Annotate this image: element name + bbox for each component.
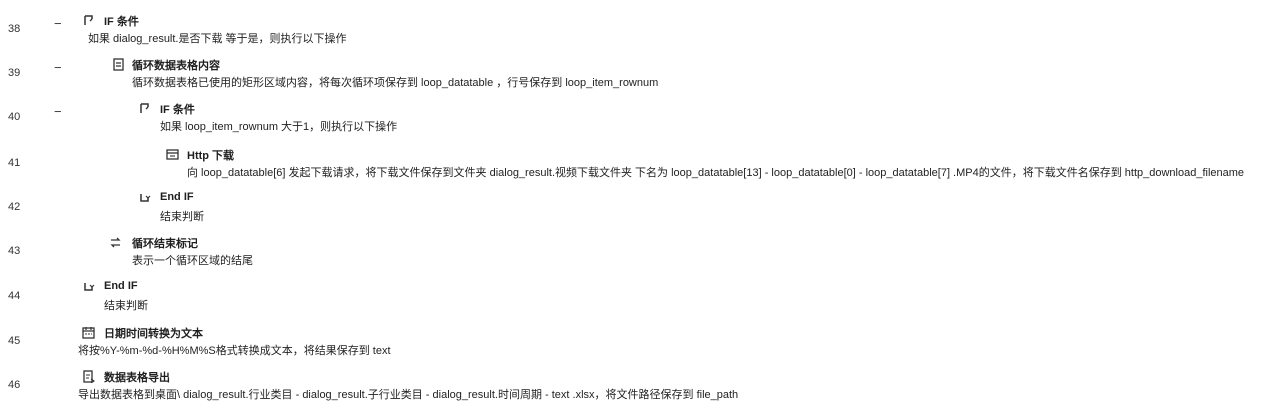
step-title: Http 下载 [187, 150, 235, 162]
datetime-to-text-icon [80, 324, 96, 340]
collapse-toggle[interactable]: − [54, 105, 66, 118]
step-row[interactable]: 42 End IF 结束判断 [0, 190, 1280, 234]
step-description: 循环数据表格已使用的矩形区域内容，将每次循环项保存到 loop_datatabl… [132, 77, 659, 89]
step-title: IF 条件 [104, 16, 139, 28]
step-row[interactable]: 38 − IF 条件 如果 dialog_result.是否下载 等于是，则执行… [0, 12, 1280, 56]
step-description: 导出数据表格到桌面\ dialog_result.行业类目 - dialog_r… [78, 389, 739, 401]
line-number: 44 [8, 290, 21, 302]
loop-table-icon [110, 56, 126, 72]
step-description: 向 loop_datatable[6] 发起下载请求，将下载文件保存到文件夹 d… [187, 167, 1245, 179]
line-number: 43 [8, 245, 21, 257]
collapse-toggle[interactable]: − [54, 61, 66, 74]
step-description: 将按%Y-%m-%d-%H%M%S格式转换成文本，将结果保存到 text [78, 345, 391, 357]
collapse-toggle[interactable]: − [54, 17, 66, 30]
step-row[interactable]: 40 − IF 条件 如果 loop_item_rownum 大于1，则执行以下… [0, 100, 1280, 144]
step-row[interactable]: 44 End IF 结束判断 [0, 279, 1280, 323]
step-title: 循环数据表格内容 [132, 60, 220, 72]
line-number: 38 [8, 23, 21, 35]
line-number: 45 [8, 335, 21, 347]
step-title: End IF [160, 191, 194, 203]
table-export-icon [80, 368, 96, 384]
step-title: 循环结束标记 [132, 238, 198, 250]
step-description: 如果 loop_item_rownum 大于1，则执行以下操作 [160, 121, 398, 133]
step-row[interactable]: 43 循环结束标记 表示一个循环区域的结尾 [0, 234, 1280, 278]
step-title: 数据表格导出 [104, 372, 170, 384]
line-number: 40 [8, 111, 21, 123]
loop-end-icon [107, 234, 123, 250]
step-title: IF 条件 [160, 104, 195, 116]
line-number: 46 [8, 379, 21, 391]
step-row[interactable]: 39 − 循环数据表格内容 循环数据表格已使用的矩形区域内容，将每次循环项保存到… [0, 56, 1280, 100]
line-number: 39 [8, 67, 21, 79]
if-condition-icon [136, 100, 152, 116]
step-row[interactable]: 45 日期时间转换为文本 将按%Y-%m-%d-%H%M%S格式转换成文本，将结… [0, 324, 1280, 368]
end-if-icon [136, 190, 152, 206]
step-title: 日期时间转换为文本 [104, 328, 203, 340]
step-title: End IF [104, 280, 138, 292]
step-description: 如果 dialog_result.是否下载 等于是，则执行以下操作 [88, 33, 347, 45]
line-number: 41 [8, 157, 21, 169]
step-description: 表示一个循环区域的结尾 [132, 255, 253, 267]
step-description: 结束判断 [160, 211, 204, 223]
line-number: 42 [8, 201, 21, 213]
end-if-icon [80, 279, 96, 295]
if-condition-icon [80, 12, 96, 28]
step-description: 结束判断 [104, 300, 148, 312]
http-download-icon [164, 146, 180, 162]
step-row[interactable]: 41 Http 下载 向 loop_datatable[6] 发起下载请求，将下… [0, 146, 1280, 190]
step-row[interactable]: 46 数据表格导出 导出数据表格到桌面\ dialog_result.行业类目 … [0, 368, 1280, 412]
